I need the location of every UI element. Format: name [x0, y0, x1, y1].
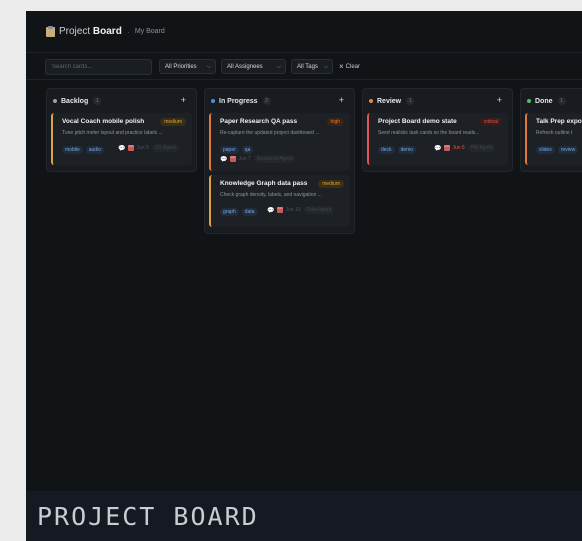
clipboard-icon — [46, 26, 55, 37]
tag-chip[interactable]: demo — [397, 146, 417, 154]
column-title: In Progress — [219, 97, 258, 105]
due-date: Jun 10 — [285, 207, 301, 213]
assignee-badge[interactable]: PM Agent — [467, 144, 496, 152]
card-description: Check graph density, labels, and navigat… — [220, 192, 322, 198]
tag-chip[interactable]: graph — [220, 208, 239, 216]
comment-icon[interactable]: 💬 — [220, 156, 227, 163]
chevron-down-icon: ⌵ — [323, 64, 328, 70]
card-count-badge: 1 — [406, 97, 415, 105]
clear-filters-button[interactable]: × Clear — [339, 62, 360, 71]
tag-chip[interactable]: slides — [536, 146, 555, 154]
priority-filter-label: All Priorities — [165, 63, 197, 70]
card-description: Tune pitch meter layout and practice lab… — [62, 130, 163, 136]
breadcrumb-separator: · — [126, 26, 130, 37]
tag-list: graph data — [220, 208, 261, 216]
app-window: Project Board · My Board All Priorities ⌵… — [26, 11, 582, 541]
tag-chip[interactable]: paper — [220, 146, 239, 154]
chevron-down-icon: ⌵ — [276, 64, 281, 70]
card-meta: 💬 Jun 10 Data Agent — [267, 206, 335, 214]
caption-banner: PROJECT BOARD — [26, 491, 582, 541]
card-count-badge: 2 — [262, 97, 271, 105]
status-dot-icon — [369, 99, 373, 103]
priority-badge: medium — [318, 180, 344, 188]
due-date: Jun 7 — [238, 156, 251, 162]
priority-badge: medium — [160, 118, 186, 126]
app-title-prefix: Project — [59, 26, 91, 37]
tag-list: slides review — [536, 146, 581, 154]
tag-list: mobile audio — [62, 146, 107, 154]
priority-badge: high — [326, 118, 344, 126]
tag-chip[interactable]: qa — [241, 146, 254, 154]
assignee-filter-label: All Assignees — [227, 63, 263, 70]
column-title: Backlog — [61, 97, 89, 105]
task-card[interactable]: Talk Prep expo Refresh outline t slides rev… — [525, 113, 582, 165]
column-title: Done — [535, 97, 553, 105]
card-count-badge: 1 — [93, 97, 102, 105]
card-title: Talk Prep expo — [536, 118, 582, 125]
comment-icon[interactable]: 💬 — [267, 207, 274, 214]
caption-text: PROJECT BOARD — [37, 501, 259, 531]
app-title-bold: Board — [92, 26, 122, 37]
calendar-icon — [230, 156, 237, 162]
comment-icon[interactable]: 💬 — [434, 145, 441, 152]
assignee-badge[interactable]: Data Agent — [303, 206, 335, 214]
top-bar: Project Board · My Board — [26, 11, 582, 53]
column-header: Review 1 + — [363, 89, 512, 113]
tag-chip[interactable]: audio — [85, 146, 104, 154]
add-card-button[interactable]: + — [497, 95, 502, 105]
column-review: Review 1 + Project Board demo state Seed rea… — [362, 88, 513, 172]
chevron-down-icon: ⌵ — [206, 64, 211, 70]
add-card-button[interactable]: + — [339, 95, 344, 105]
due-date: Jun 9 — [136, 145, 149, 151]
status-dot-icon — [53, 99, 57, 103]
task-card[interactable]: Vocal Coach mobile polish Tune pitch mete… — [51, 113, 192, 165]
column-title: Review — [377, 97, 402, 105]
column-in-progress: In Progress 2 + Paper Research QA pass Re-ca… — [204, 88, 355, 234]
column-header: Done1+ — [521, 89, 582, 113]
tags-filter[interactable]: All Tags ⌵ — [291, 59, 333, 74]
clear-filters-label: Clear — [345, 63, 361, 70]
filter-bar: All Priorities ⌵ All Assignees ⌵ All Tags ⌵… — [26, 54, 582, 80]
card-count-badge: 1 — [557, 97, 566, 105]
search-input[interactable] — [45, 58, 152, 75]
card-meta: 💬 Jun 9 UX Agent — [118, 144, 179, 152]
card-meta: 💬 Jun 7 Research Agent — [220, 155, 296, 163]
card-meta: 💬 Jun 6 PM Agent — [434, 144, 496, 152]
tag-list: deck demo — [378, 146, 419, 154]
task-card[interactable]: Knowledge Graph data pass Check graph den… — [209, 175, 350, 227]
task-card[interactable]: Project Board demo state Seed realistic t… — [367, 113, 508, 165]
column-header: In Progress 2 + — [205, 89, 354, 113]
tag-chip[interactable]: mobile — [62, 146, 83, 154]
priority-filter[interactable]: All Priorities ⌵ — [159, 59, 216, 74]
tag-chip[interactable]: review — [557, 146, 579, 154]
task-card[interactable]: Paper Research QA pass Re-capture the upd… — [209, 113, 350, 171]
tag-chip[interactable]: data — [241, 208, 258, 216]
assignee-badge[interactable]: UX Agent — [151, 144, 179, 152]
status-dot-icon — [211, 99, 215, 103]
assignee-filter[interactable]: All Assignees ⌵ — [221, 59, 286, 74]
calendar-icon — [277, 207, 284, 213]
tags-filter-label: All Tags — [297, 63, 318, 70]
column-backlog: Backlog 1 + Vocal Coach mobile polish Tune p… — [46, 88, 197, 172]
add-card-button[interactable]: + — [181, 95, 186, 105]
close-icon: × — [339, 62, 344, 71]
status-dot-icon — [527, 99, 531, 103]
app-title: Project Board — [59, 26, 122, 37]
column-header: Backlog 1 + — [47, 89, 196, 113]
tag-list: paper qa — [220, 146, 256, 154]
tag-chip[interactable]: deck — [378, 146, 395, 154]
assignee-badge[interactable]: Research Agent — [253, 155, 296, 163]
due-date: Jun 6 — [452, 145, 465, 151]
priority-badge: critical — [479, 118, 502, 126]
card-description: Refresh outline t — [536, 130, 573, 136]
comment-icon[interactable]: 💬 — [118, 145, 125, 152]
calendar-icon — [128, 145, 135, 151]
calendar-icon — [444, 145, 451, 151]
card-description: Seed realistic task cards so the board r… — [378, 130, 480, 136]
breadcrumb-board[interactable]: My Board — [135, 28, 165, 35]
card-description: Re-capture the updated project dashboard… — [220, 130, 320, 136]
column-done: Done1+Talk Prep expoRefresh outline tsli… — [520, 88, 582, 172]
